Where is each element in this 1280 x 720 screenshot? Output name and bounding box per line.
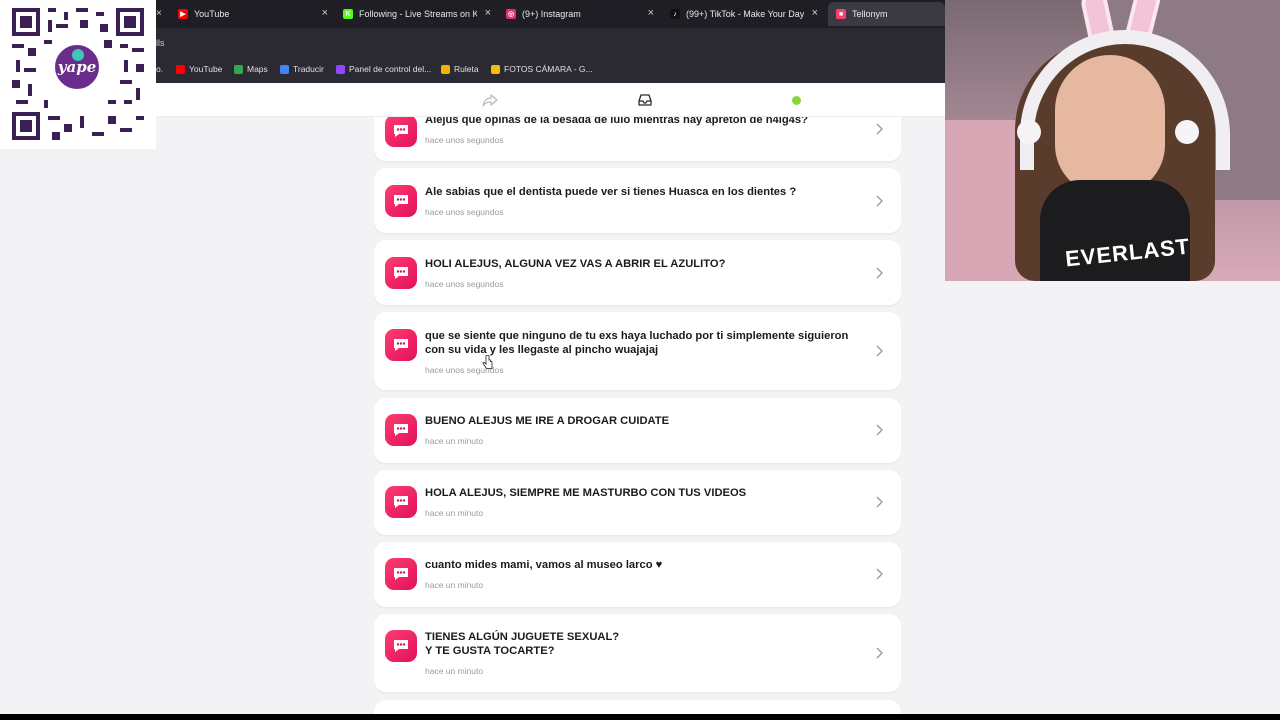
kick-favicon-icon: K — [343, 9, 353, 19]
bookmark-maps[interactable]: Maps — [234, 64, 268, 74]
tab-youtube[interactable]: ▶ YouTube × — [178, 2, 328, 26]
tellonym-favicon-icon: ■ — [836, 9, 846, 19]
bookmark-overflow-icon[interactable]: o. — [156, 64, 163, 74]
message-text: TIENES ALGÚN JUGUETE SEXUAL? Y TE GUSTA … — [425, 631, 620, 657]
maps-icon — [234, 64, 243, 74]
twitch-icon — [336, 64, 345, 74]
translate-icon — [280, 64, 289, 74]
message-text: que se siente que ninguno de tu exs haya… — [425, 330, 849, 356]
browser-chrome: × ▶ YouTube × K Following - Live Streams… — [156, 0, 945, 83]
tab-title: (9+) Instagram — [522, 9, 581, 19]
bookmark-label: Traducir — [293, 64, 324, 74]
chat-bubble-icon — [385, 257, 417, 289]
chevron-right-icon — [876, 267, 883, 279]
bookmark-panel[interactable]: Panel de control del... — [336, 64, 431, 74]
bookmark-fotos[interactable]: FOTOS CÁMARA - G... — [491, 64, 593, 74]
message-time: hace un minuto — [425, 580, 484, 590]
chevron-right-icon — [876, 496, 883, 508]
tab-kick[interactable]: K Following - Live Streams on Kick × — [343, 2, 491, 26]
message-time: hace un minuto — [425, 666, 484, 676]
message-card[interactable]: que se siente que ninguno de tu exs haya… — [374, 312, 901, 390]
message-card[interactable]: BUENO ALEJUS ME IRE A DROGAR CUIDATE hac… — [374, 398, 901, 463]
message-text: HOLA ALEJUS, SIEMPRE ME MASTURBO CON TUS… — [425, 487, 747, 499]
message-text: Ale sabias que el dentista puede ver si … — [425, 186, 797, 198]
close-icon[interactable]: × — [812, 7, 818, 19]
bookmark-label: FOTOS CÁMARA - G... — [504, 64, 593, 74]
bookmark-ruleta[interactable]: Ruleta — [441, 64, 479, 74]
message-card[interactable]: Alejus que opinas de la besada de lulo m… — [374, 117, 901, 161]
tab-tiktok[interactable]: ♪ (99+) TikTok - Make Your Day × — [670, 2, 818, 26]
chat-bubble-icon — [385, 486, 417, 518]
tab-title: Following - Live Streams on Kick — [359, 9, 477, 19]
chevron-right-icon — [876, 424, 883, 436]
chevron-right-icon — [876, 647, 883, 659]
qr-code-overlay: yape — [0, 0, 156, 149]
message-card[interactable]: TIENES ALGÚN JUGUETE SEXUAL? Y TE GUSTA … — [374, 614, 901, 692]
tab-title: YouTube — [194, 9, 230, 19]
message-time: hace un minuto — [425, 436, 484, 446]
tab-tellonym[interactable]: ■ Tellonym — [828, 2, 945, 26]
chat-bubble-icon — [385, 329, 417, 361]
headset-earcup-icon — [1017, 120, 1041, 144]
chat-bubble-icon — [385, 558, 417, 590]
yape-logo-dot-icon — [72, 49, 84, 61]
bottom-bar — [0, 714, 1280, 720]
close-icon[interactable]: × — [322, 7, 328, 19]
chat-bubble-icon — [385, 185, 417, 217]
chevron-right-icon — [876, 345, 883, 357]
bookmark-label: Maps — [247, 64, 268, 74]
mouse-cursor-icon — [482, 355, 493, 369]
chat-bubble-icon — [385, 117, 417, 147]
bookmark-label: YouTube — [189, 64, 223, 74]
chevron-right-icon — [876, 568, 883, 580]
roulette-icon — [441, 64, 450, 74]
close-icon[interactable]: × — [485, 7, 491, 19]
site-navigation — [156, 83, 945, 117]
message-time: hace unos segundos — [425, 135, 504, 145]
message-time: hace unos segundos — [425, 207, 504, 217]
message-text: Alejus que opinas de la besada de lulo m… — [425, 117, 808, 126]
message-text: BUENO ALEJUS ME IRE A DROGAR CUIDATE — [425, 415, 670, 427]
message-time: hace un minuto — [425, 508, 484, 518]
instagram-favicon-icon: ◎ — [506, 9, 516, 19]
tiktok-favicon-icon: ♪ — [670, 9, 680, 19]
chat-bubble-icon — [385, 630, 417, 662]
tab-close-icon[interactable]: × — [156, 8, 162, 19]
message-time: hace unos segundos — [425, 279, 504, 289]
bookmark-youtube[interactable]: YouTube — [176, 64, 222, 74]
inbox-icon[interactable] — [637, 92, 653, 108]
message-card[interactable]: HOLI ALEJUS, ALGUNA VEZ VAS A ABRIR EL A… — [374, 240, 901, 305]
yape-logo: yape — [52, 42, 102, 92]
youtube-icon — [176, 64, 185, 74]
webcam-overlay: EVERLAST — [945, 0, 1280, 281]
bookmark-traducir[interactable]: Traducir — [280, 64, 324, 74]
message-text: cuanto mides mami, vamos al museo larco … — [425, 559, 663, 571]
chevron-right-icon — [876, 195, 883, 207]
address-bar[interactable]: lls — [156, 28, 945, 58]
message-text: HOLI ALEJUS, ALGUNA VEZ VAS A ABRIR EL A… — [425, 258, 726, 270]
tab-strip: × ▶ YouTube × K Following - Live Streams… — [156, 0, 945, 28]
message-list: Alejus que opinas de la besada de lulo m… — [374, 117, 901, 717]
close-icon[interactable]: × — [648, 7, 654, 19]
chat-bubble-icon — [385, 414, 417, 446]
message-card[interactable]: HOLA ALEJUS, SIEMPRE ME MASTURBO CON TUS… — [374, 470, 901, 535]
bookmark-label: Panel de control del... — [349, 64, 432, 74]
tab-title: Tellonym — [852, 9, 888, 19]
youtube-favicon-icon: ▶ — [178, 9, 188, 19]
bookmarks-bar: o. YouTube Maps Traducir Panel de contro… — [156, 58, 945, 83]
tab-instagram[interactable]: ◎ (9+) Instagram × — [506, 2, 654, 26]
google-photos-icon — [491, 64, 500, 74]
chevron-right-icon — [876, 123, 883, 135]
share-icon[interactable] — [482, 92, 498, 108]
bookmark-label: Ruleta — [454, 64, 479, 74]
online-status-dot-icon[interactable] — [792, 96, 801, 105]
tab-title: (99+) TikTok - Make Your Day — [686, 9, 805, 19]
headset-earcup-icon — [1175, 120, 1199, 144]
url-fragment: lls — [156, 38, 165, 48]
message-card[interactable]: cuanto mides mami, vamos al museo larco … — [374, 542, 901, 607]
message-card[interactable]: Ale sabias que el dentista puede ver si … — [374, 168, 901, 233]
